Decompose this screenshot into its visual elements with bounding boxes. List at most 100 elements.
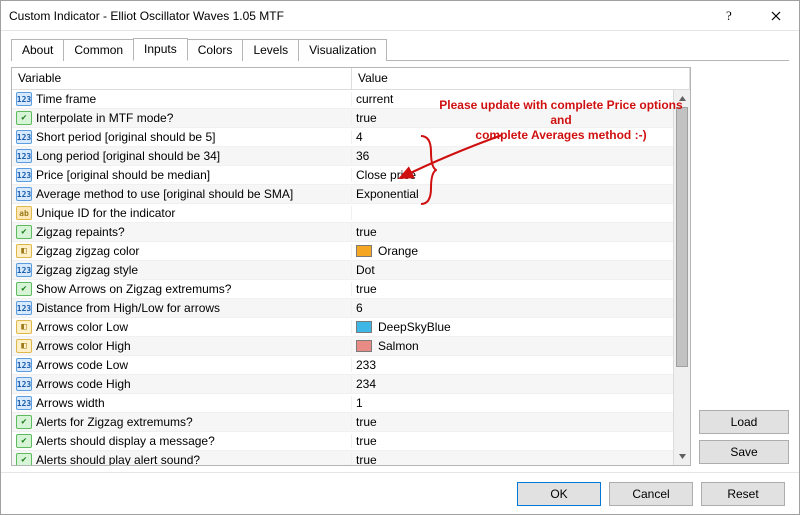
save-button[interactable]: Save [699, 440, 789, 464]
value-cell[interactable]: true [352, 225, 673, 239]
button-label: OK [550, 487, 567, 501]
table-row[interactable]: 123 Arrows width 1 [12, 394, 673, 413]
table-row[interactable]: ✔ Alerts should display a message? true [12, 432, 673, 451]
dialog-content: Variable Value 123 Time frame current ✔Inte… [1, 61, 799, 472]
table-row[interactable]: 123Arrows code Low233 [12, 356, 673, 375]
value-cell[interactable]: Salmon [352, 339, 673, 353]
value-text: true [356, 415, 377, 429]
scroll-thumb[interactable] [676, 107, 688, 367]
reset-button[interactable]: Reset [701, 482, 785, 506]
icon-glyph: 123 [17, 152, 31, 161]
variable-cell: 123Zigzag zigzag style [12, 263, 352, 277]
value-cell[interactable]: current [352, 92, 673, 106]
value-text: Orange [378, 244, 418, 258]
color-type-icon: ◧ [16, 320, 32, 334]
scroll-up-icon[interactable] [674, 90, 690, 107]
table-row[interactable]: 123Average method to use [original shoul… [12, 185, 673, 204]
table-row[interactable]: 123Short period [original should be 5]4 [12, 128, 673, 147]
window-title: Custom Indicator - Elliot Oscillator Wav… [9, 9, 707, 23]
button-label: Save [730, 445, 757, 459]
value-cell[interactable]: Orange [352, 244, 673, 258]
variable-name: Distance from High/Low for arrows [36, 301, 220, 315]
tab-levels[interactable]: Levels [242, 39, 299, 61]
table-row[interactable]: ✔Alerts for Zigzag extremums?true [12, 413, 673, 432]
variable-name: Arrows code Low [36, 358, 128, 372]
icon-glyph: ab [19, 209, 29, 218]
bool-type-icon: ✔ [16, 282, 32, 296]
value-cell[interactable]: 6 [352, 301, 673, 315]
value-cell[interactable]: DeepSkyBlue [352, 320, 673, 334]
column-header-value[interactable]: Value [352, 68, 690, 89]
tab-visualization[interactable]: Visualization [298, 39, 387, 61]
tab-common[interactable]: Common [63, 39, 134, 61]
value-cell[interactable]: 233 [352, 358, 673, 372]
variable-cell: ◧Arrows color High [12, 339, 352, 353]
table-row[interactable]: 123Long period [original should be 34] 36 [12, 147, 673, 166]
table-row[interactable]: 123Price [original should be median]Clos… [12, 166, 673, 185]
color-type-icon: ◧ [16, 244, 32, 258]
tab-about[interactable]: About [11, 39, 64, 61]
table-row[interactable]: ✔Alerts should play alert sound?true [12, 451, 673, 465]
value-text: 233 [356, 358, 376, 372]
cancel-button[interactable]: Cancel [609, 482, 693, 506]
value-cell[interactable]: Close price [352, 168, 673, 182]
tab-colors[interactable]: Colors [187, 39, 244, 61]
value-cell[interactable]: Dot [352, 263, 673, 277]
icon-glyph: 123 [17, 399, 31, 408]
icon-glyph: 123 [17, 171, 31, 180]
table-row[interactable]: 123Time framecurrent [12, 90, 673, 109]
scroll-track[interactable] [674, 107, 690, 448]
value-cell[interactable]: 234 [352, 377, 673, 391]
value-cell[interactable]: 1 [352, 396, 673, 410]
vertical-scrollbar[interactable] [673, 90, 690, 465]
color-swatch [356, 245, 372, 257]
table-row[interactable]: ✔Zigzag repaints?true [12, 223, 673, 242]
icon-glyph: ◧ [21, 322, 26, 332]
dialog-footer: OK Cancel Reset [1, 472, 799, 514]
value-cell[interactable]: Exponential [352, 187, 673, 201]
table-row[interactable]: ◧Arrows color LowDeepSkyBlue [12, 318, 673, 337]
tab-label: Levels [253, 43, 288, 57]
variable-name: Alerts should display a message? [36, 434, 215, 448]
load-button[interactable]: Load [699, 410, 789, 434]
table-row[interactable]: ◧Arrows color HighSalmon [12, 337, 673, 356]
variable-name: Arrows color High [36, 339, 131, 353]
variable-cell: 123Long period [original should be 34] [12, 149, 352, 163]
value-text: 36 [356, 149, 369, 163]
variable-name: Short period [original should be 5] [36, 130, 215, 144]
icon-glyph: ✔ [21, 227, 26, 237]
tab-strip: About Common Inputs Colors Levels Visual… [1, 31, 799, 60]
variable-name: Alerts for Zigzag extremums? [36, 415, 193, 429]
value-cell[interactable]: true [352, 282, 673, 296]
tab-label: Inputs [144, 42, 177, 56]
value-text: current [356, 92, 393, 106]
value-text: Dot [356, 263, 375, 277]
tab-label: Common [74, 43, 123, 57]
variable-name: Arrows width [36, 396, 105, 410]
column-header-variable[interactable]: Variable [12, 68, 352, 89]
table-row[interactable]: abUnique ID for the indicator [12, 204, 673, 223]
variable-name: Time frame [36, 92, 96, 106]
table-row[interactable]: ✔Show Arrows on Zigzag extremums?true [12, 280, 673, 299]
ok-button[interactable]: OK [517, 482, 601, 506]
bool-type-icon: ✔ [16, 434, 32, 448]
value-cell[interactable]: true [352, 453, 673, 465]
side-button-panel: Load Save [699, 67, 789, 466]
value-text: true [356, 434, 377, 448]
table-row[interactable]: 123Zigzag zigzag style Dot [12, 261, 673, 280]
value-cell[interactable]: 4 [352, 130, 673, 144]
value-cell[interactable]: 36 [352, 149, 673, 163]
titlebar: Custom Indicator - Elliot Oscillator Wav… [1, 1, 799, 31]
scroll-down-icon[interactable] [674, 448, 690, 465]
tab-inputs[interactable]: Inputs [133, 38, 188, 61]
table-row[interactable]: 123Distance from High/Low for arrows6 [12, 299, 673, 318]
value-cell[interactable]: true [352, 415, 673, 429]
value-cell[interactable]: true [352, 111, 673, 125]
table-row[interactable]: ◧Zigzag zigzag colorOrange [12, 242, 673, 261]
table-row[interactable]: ✔Interpolate in MTF mode?true [12, 109, 673, 128]
help-icon[interactable]: ? [707, 1, 753, 31]
table-row[interactable]: 123Arrows code High234 [12, 375, 673, 394]
value-cell[interactable]: true [352, 434, 673, 448]
button-label: Load [731, 415, 758, 429]
close-icon[interactable] [753, 1, 799, 31]
